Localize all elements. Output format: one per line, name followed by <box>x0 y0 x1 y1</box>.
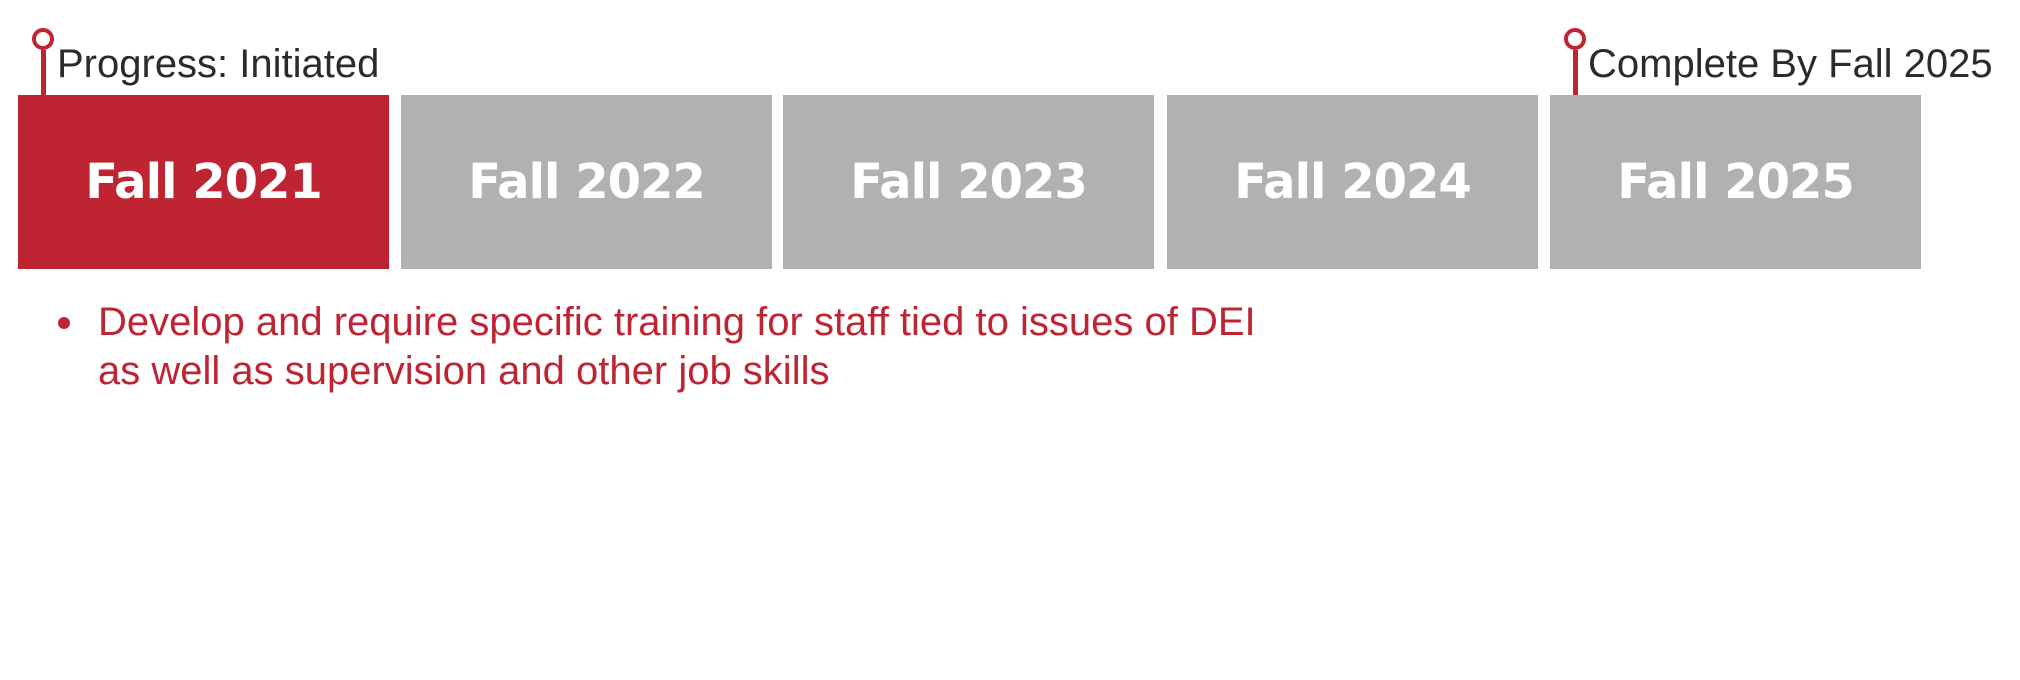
pin-icon <box>1564 28 1586 50</box>
goal-item: Develop and require specific training fo… <box>50 298 1398 396</box>
stage-fall-2023: Fall 2023 <box>783 95 1154 269</box>
stage-fall-2025: Fall 2025 <box>1550 95 1921 269</box>
pin-icon <box>32 28 54 50</box>
bullet-icon <box>58 317 70 329</box>
goal-text-line-1: Develop and require specific training fo… <box>98 300 1256 344</box>
goal-text-line-2: as well as supervision and other job ski… <box>98 349 830 393</box>
progress-label: Progress: Initiated <box>57 42 380 86</box>
stage-fall-2022: Fall 2022 <box>401 95 772 269</box>
stage-fall-2021: Fall 2021 <box>18 95 389 269</box>
completion-label: Complete By Fall 2025 <box>1588 42 1993 86</box>
stage-fall-2024: Fall 2024 <box>1167 95 1538 269</box>
goal-list: Develop and require specific training fo… <box>50 298 1398 396</box>
